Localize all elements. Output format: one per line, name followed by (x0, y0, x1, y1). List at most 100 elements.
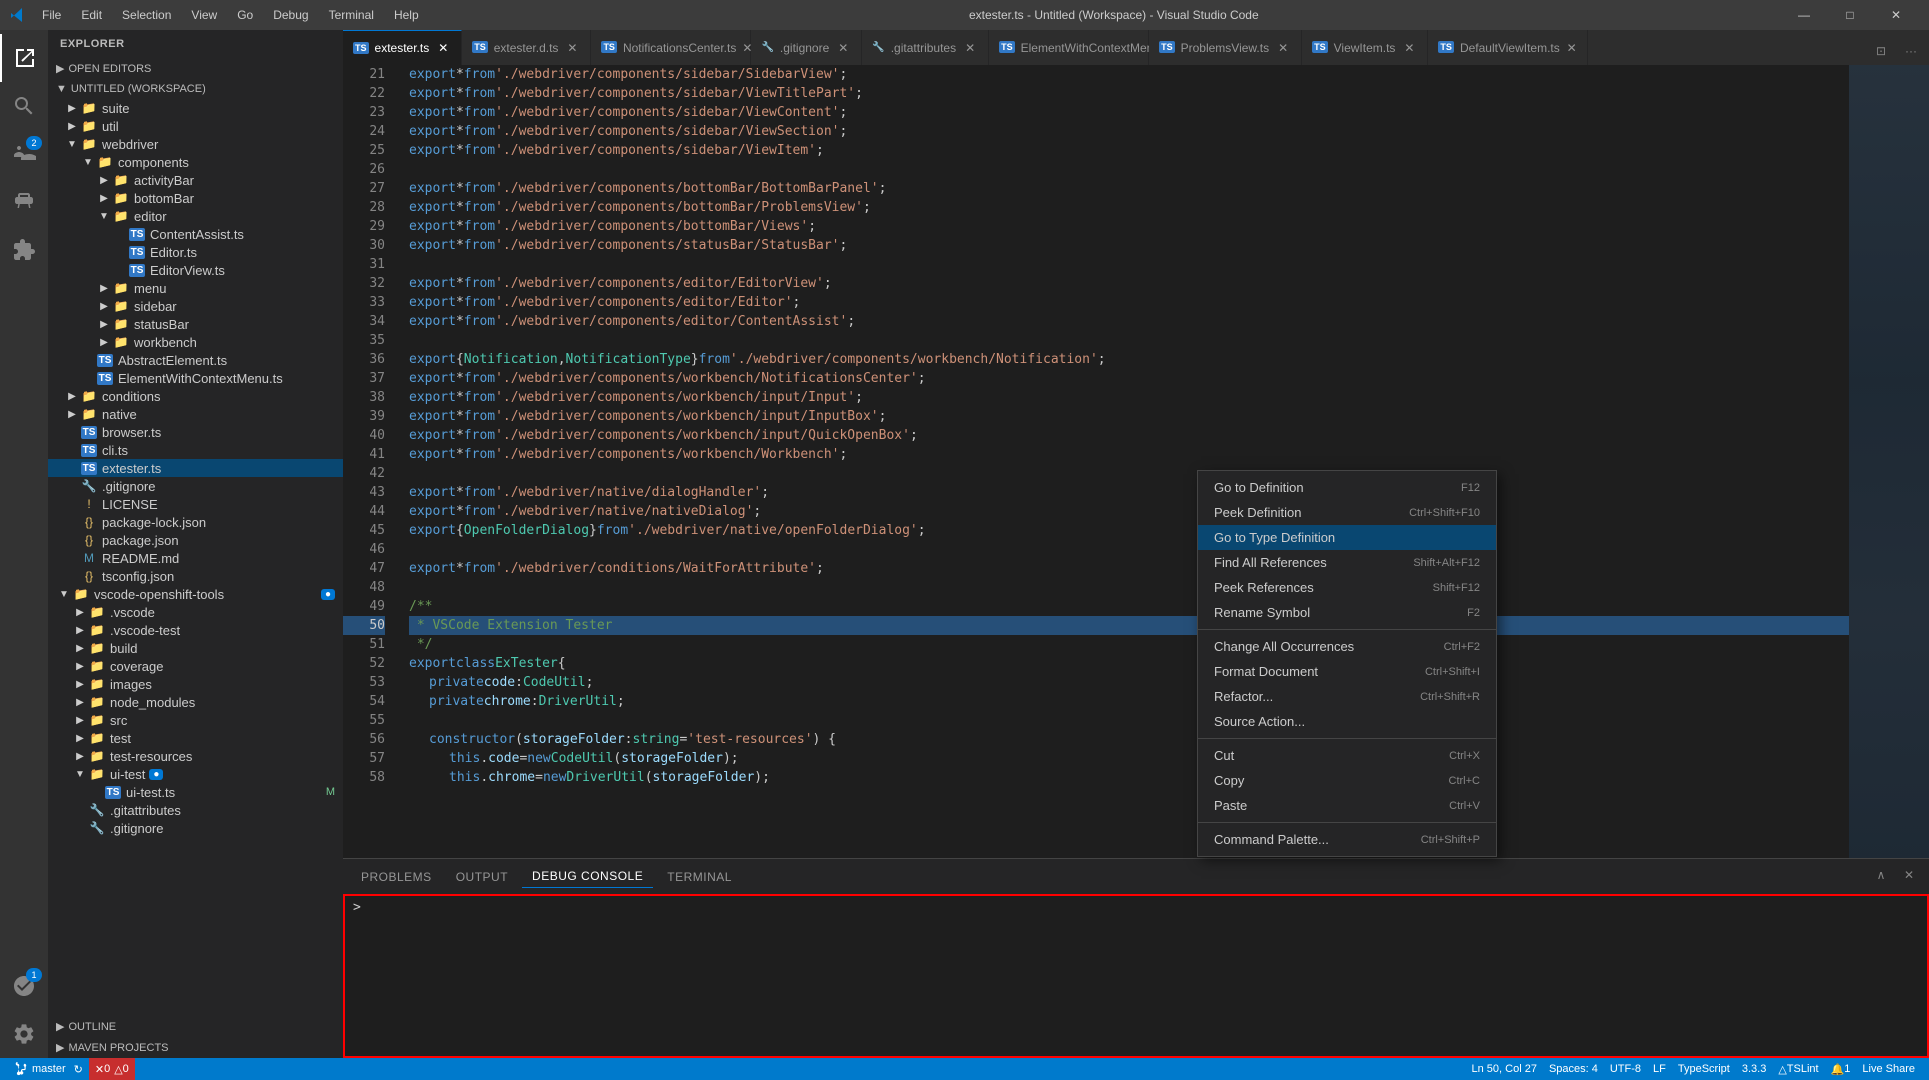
tab-close-defaultviewitem[interactable]: ✕ (1566, 40, 1578, 56)
tab-extester-d-ts[interactable]: TS extester.d.ts ✕ (462, 30, 591, 65)
workspace-header[interactable]: ▼UNTITLED (WORKSPACE) (48, 79, 343, 99)
ctx-go-to-type-definition[interactable]: Go to Type Definition (1198, 525, 1496, 550)
tree-editor-ts[interactable]: TSEditor.ts (48, 243, 343, 261)
maximize-button[interactable]: □ (1827, 0, 1873, 30)
tab-debug-console[interactable]: DEBUG CONSOLE (522, 865, 653, 888)
ctx-peek-definition[interactable]: Peek Definition Ctrl+Shift+F10 (1198, 500, 1496, 525)
git-branch[interactable]: master ↻ (8, 1058, 89, 1080)
tab-defaultviewitem[interactable]: TS DefaultViewItem.ts ✕ (1428, 30, 1588, 65)
tree-editorview[interactable]: TSEditorView.ts (48, 261, 343, 279)
activity-explorer[interactable] (0, 34, 48, 82)
ctx-peek-references[interactable]: Peek References Shift+F12 (1198, 575, 1496, 600)
tree-workbench[interactable]: ▶📁workbench (48, 333, 343, 351)
tree-bottombar[interactable]: ▶📁bottomBar (48, 189, 343, 207)
tree-elementwithcontextmenu[interactable]: TSElementWithContextMenu.ts (48, 369, 343, 387)
tree-vscode-test[interactable]: ▶📁.vscode-test (48, 621, 343, 639)
activity-extensions[interactable] (0, 226, 48, 274)
activity-settings[interactable] (0, 1010, 48, 1058)
tab-close-extester-d[interactable]: ✕ (564, 40, 580, 56)
tab-close-viewitem[interactable]: ✕ (1401, 40, 1417, 56)
tree-readme[interactable]: MREADME.md (48, 549, 343, 567)
live-share[interactable]: Live Share (1856, 1058, 1921, 1080)
tree-abstractelement[interactable]: TSAbstractElement.ts (48, 351, 343, 369)
tree-components[interactable]: ▼📁components (48, 153, 343, 171)
tree-tsconfig[interactable]: {}tsconfig.json (48, 567, 343, 585)
menu-go[interactable]: Go (229, 6, 261, 24)
encoding[interactable]: UTF-8 (1604, 1058, 1647, 1080)
ctx-refactor[interactable]: Refactor... Ctrl+Shift+R (1198, 684, 1496, 709)
panel-close[interactable]: ✕ (1897, 863, 1921, 887)
tab-terminal[interactable]: TERMINAL (657, 866, 742, 888)
cursor-position[interactable]: Ln 50, Col 27 (1466, 1058, 1543, 1080)
tree-webdriver[interactable]: ▼📁webdriver (48, 135, 343, 153)
tab-problems[interactable]: PROBLEMS (351, 866, 442, 888)
more-tabs-button[interactable]: ··· (1897, 37, 1925, 65)
tree-ui-test-ts[interactable]: TSui-test.tsM (48, 783, 343, 801)
close-button[interactable]: ✕ (1873, 0, 1919, 30)
tab-close-gitignore[interactable]: ✕ (835, 40, 851, 56)
tree-src[interactable]: ▶📁src (48, 711, 343, 729)
tree-cli-ts[interactable]: TScli.ts (48, 441, 343, 459)
tab-elementwithcontextmenu[interactable]: TS ElementWithContextMenu.ts ✕ (989, 30, 1149, 65)
menu-file[interactable]: File (34, 6, 69, 24)
tree-vscode-folder[interactable]: ▶📁.vscode (48, 603, 343, 621)
menu-help[interactable]: Help (386, 6, 427, 24)
code-area[interactable]: export * from './webdriver/components/si… (393, 65, 1849, 858)
tab-gitattributes[interactable]: 🔧 .gitattributes ✕ (862, 30, 989, 65)
menu-selection[interactable]: Selection (114, 6, 179, 24)
tree-sidebar-folder[interactable]: ▶📁sidebar (48, 297, 343, 315)
tab-extester-ts[interactable]: TS extester.ts ✕ (343, 30, 462, 65)
ctx-find-all-references[interactable]: Find All References Shift+Alt+F12 (1198, 550, 1496, 575)
ctx-format-document[interactable]: Format Document Ctrl+Shift+I (1198, 659, 1496, 684)
activity-search[interactable] (0, 82, 48, 130)
language-mode[interactable]: TypeScript (1672, 1058, 1736, 1080)
tab-problemsview[interactable]: TS ProblemsView.ts ✕ (1149, 30, 1302, 65)
tree-browser-ts[interactable]: TSbrowser.ts (48, 423, 343, 441)
tree-test-resources[interactable]: ▶📁test-resources (48, 747, 343, 765)
ctx-change-all-occurrences[interactable]: Change All Occurrences Ctrl+F2 (1198, 634, 1496, 659)
menu-edit[interactable]: Edit (73, 6, 110, 24)
tab-notificationscenter[interactable]: TS NotificationsCenter.ts ✕ (591, 30, 751, 65)
tree-activitybar[interactable]: ▶📁activityBar (48, 171, 343, 189)
tree-extester-ts[interactable]: TSextester.ts (48, 459, 343, 477)
tab-close-gitattributes[interactable]: ✕ (962, 40, 978, 56)
tree-license[interactable]: !LICENSE (48, 495, 343, 513)
tslint[interactable]: △ TSLint (1772, 1058, 1824, 1080)
ctx-copy[interactable]: Copy Ctrl+C (1198, 768, 1496, 793)
tree-conditions[interactable]: ▶📁conditions (48, 387, 343, 405)
tree-statusbar[interactable]: ▶📁statusBar (48, 315, 343, 333)
ctx-go-to-definition[interactable]: Go to Definition F12 (1198, 475, 1496, 500)
ctx-command-palette[interactable]: Command Palette... Ctrl+Shift+P (1198, 827, 1496, 852)
tree-ui-test[interactable]: ▼📁ui-test● (48, 765, 343, 783)
tree-contentassist[interactable]: TSContentAssist.ts (48, 225, 343, 243)
tree-native[interactable]: ▶📁native (48, 405, 343, 423)
activity-source-control[interactable]: 2 (0, 130, 48, 178)
maven-projects-header[interactable]: ▶MAVEN PROJECTS (48, 1037, 343, 1058)
ctx-paste[interactable]: Paste Ctrl+V (1198, 793, 1496, 818)
ctx-rename-symbol[interactable]: Rename Symbol F2 (1198, 600, 1496, 625)
tab-viewitem[interactable]: TS ViewItem.ts ✕ (1302, 30, 1428, 65)
tree-coverage[interactable]: ▶📁coverage (48, 657, 343, 675)
tree-gitignore2[interactable]: 🔧.gitignore (48, 819, 343, 837)
tree-util[interactable]: ▶📁util (48, 117, 343, 135)
tree-menu[interactable]: ▶📁menu (48, 279, 343, 297)
tree-build[interactable]: ▶📁build (48, 639, 343, 657)
tree-node-modules[interactable]: ▶📁node_modules (48, 693, 343, 711)
menu-terminal[interactable]: Terminal (321, 6, 382, 24)
ctx-source-action[interactable]: Source Action... (1198, 709, 1496, 734)
activity-debug[interactable] (0, 178, 48, 226)
error-count[interactable]: ✕0 △0 (89, 1058, 135, 1080)
activity-accounts[interactable]: 1 (0, 962, 48, 1010)
tree-images[interactable]: ▶📁images (48, 675, 343, 693)
tree-vscode-openshift[interactable]: ▼📁vscode-openshift-tools● (48, 585, 343, 603)
tab-output[interactable]: OUTPUT (446, 866, 518, 888)
typescript-version[interactable]: 3.3.3 (1736, 1058, 1772, 1080)
tree-editor[interactable]: ▼📁editor (48, 207, 343, 225)
tree-suite[interactable]: ▶📁suite (48, 99, 343, 117)
tree-test[interactable]: ▶📁test (48, 729, 343, 747)
tab-close-problemsview[interactable]: ✕ (1275, 40, 1291, 56)
tree-gitignore[interactable]: 🔧.gitignore (48, 477, 343, 495)
tree-gitattributes[interactable]: 🔧.gitattributes (48, 801, 343, 819)
notification-bell[interactable]: 🔔1 (1825, 1058, 1857, 1080)
menu-debug[interactable]: Debug (265, 6, 316, 24)
